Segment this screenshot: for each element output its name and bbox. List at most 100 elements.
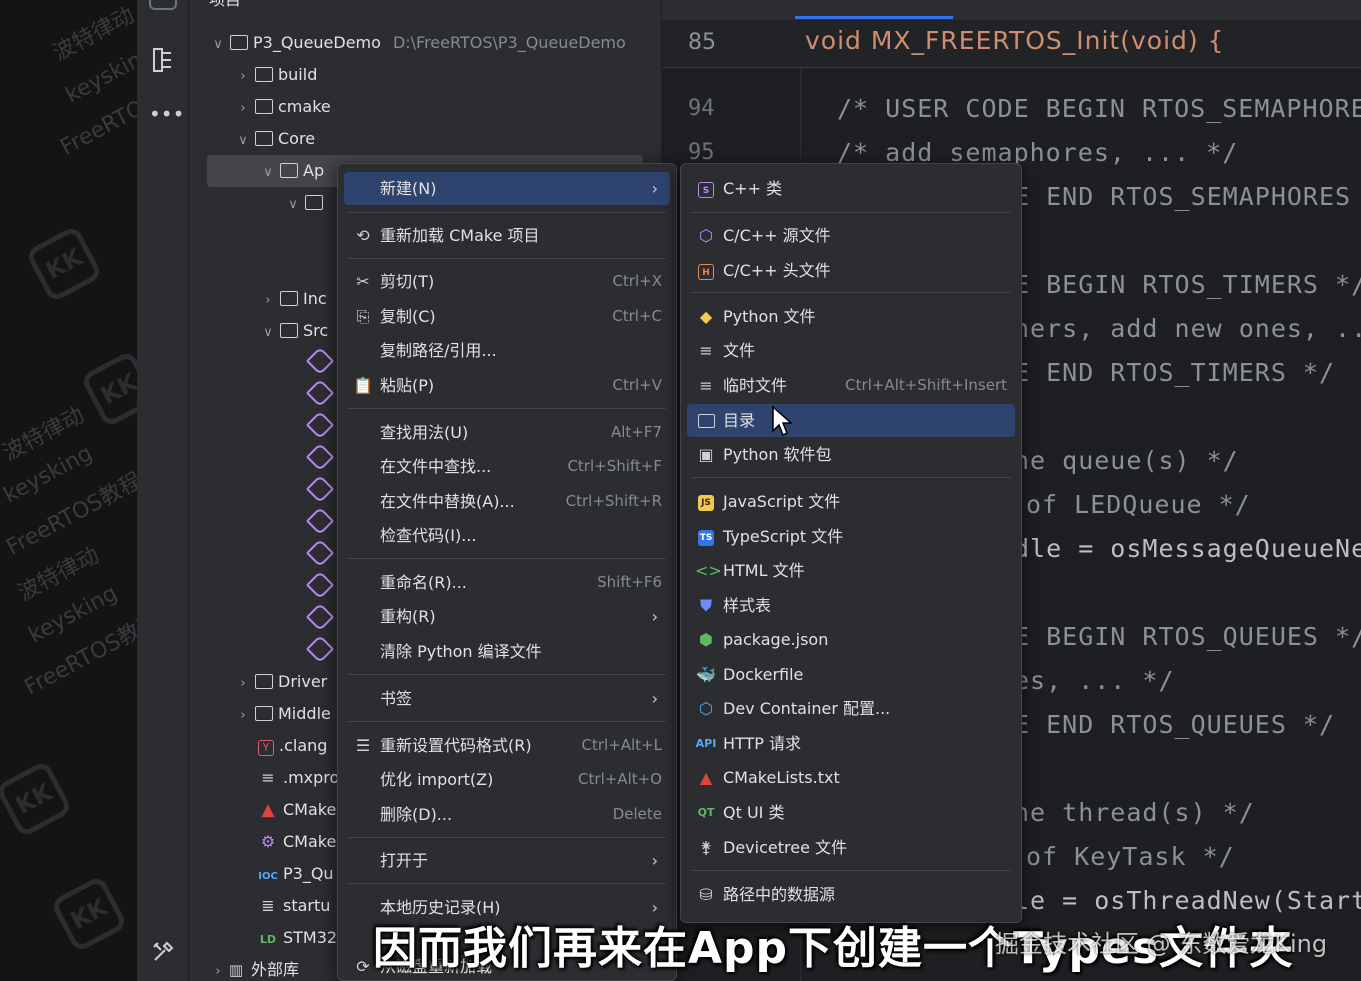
chevron-right-icon: › <box>265 293 271 308</box>
tree-item-middlewares[interactable]: › Middle <box>235 698 330 730</box>
tree-item-cmake[interactable]: › cmake <box>235 91 330 123</box>
tree-item-startup[interactable]: ≣ startu <box>258 890 330 922</box>
menu-label: 新建(N) <box>380 179 437 198</box>
more-icon[interactable]: ••• <box>149 100 184 128</box>
menu-item-optimize-imports[interactable]: 优化 import(Z) Ctrl+Alt+O <box>344 763 670 796</box>
menu-label: 样式表 <box>723 596 772 615</box>
new-item-http-request[interactable]: API HTTP 请求 <box>687 727 1015 760</box>
menu-item-replace-in-files[interactable]: 在文件中替换(A)... Ctrl+Shift+R <box>344 485 670 518</box>
menu-item-copy-path[interactable]: 复制路径/引用... <box>344 334 670 367</box>
menu-item-rename[interactable]: 重命名(R)... Shift+F6 <box>344 566 670 599</box>
menu-item-inspect-code[interactable]: 检查代码(I)... <box>344 519 670 552</box>
new-item-qt-ui-class[interactable]: QT Qt UI 类 <box>687 796 1015 829</box>
new-item-dev-container[interactable]: ⬡ Dev Container 配置... <box>687 692 1015 725</box>
code-line: E END RTOS_SEMAPHORES <box>1014 182 1352 211</box>
new-item-html-file[interactable]: <> HTML 文件 <box>687 554 1015 587</box>
tree-item-cmakelists[interactable]: ▲ CMake <box>258 794 336 826</box>
tree-root-label: P3_QueueDemo <box>253 33 381 52</box>
tree-item-inc[interactable]: › Inc <box>260 283 326 315</box>
menu-item-bookmarks[interactable]: 书签 › <box>344 682 670 715</box>
project-tool-icon[interactable] <box>149 0 177 10</box>
new-item-file[interactable]: ≡ 文件 <box>687 334 1015 367</box>
menu-label: 文件 <box>723 341 756 360</box>
structure-icon[interactable] <box>149 46 177 74</box>
code-line: /* USER CODE BEGIN RTOS_SEMAPHORE <box>837 94 1361 123</box>
menu-label: CMakeLists.txt <box>723 768 840 787</box>
code-line: dle = osMessageQueueNe <box>1014 534 1361 563</box>
chevron-right-icon: › <box>651 607 658 626</box>
tree-item-cmakepresets[interactable]: ⚙ CMake <box>258 826 337 858</box>
menu-item-copy[interactable]: ⎘ 复制(C) Ctrl+C <box>344 300 670 333</box>
tree-item-external-libs[interactable]: › ▥ 外部库 <box>210 954 299 981</box>
menu-item-new[interactable]: 新建(N) › <box>344 172 670 205</box>
menu-item-refactor[interactable]: 重构(R) › <box>344 600 670 633</box>
code-line: E END RTOS_QUEUES */ <box>1014 710 1336 739</box>
new-item-javascript-file[interactable]: JS JavaScript 文件 <box>687 485 1015 518</box>
menu-label: 重新加载 CMake 项目 <box>380 226 540 245</box>
tree-item-label: 外部库 <box>251 960 300 979</box>
code-line: ners, add new ones, .. <box>1014 314 1361 343</box>
new-item-devicetree[interactable]: ⚵ Devicetree 文件 <box>687 831 1015 864</box>
devicetree-icon: ⚵ <box>700 838 712 857</box>
new-item-cpp-header[interactable]: H C/C++ 头文件 <box>687 254 1015 287</box>
menu-label: 重构(R) <box>380 607 436 626</box>
tree-item-linker[interactable]: LD STM32 <box>258 922 337 954</box>
tree-item-src[interactable]: ∨ Src <box>260 315 328 347</box>
menu-item-paste[interactable]: 📋 粘贴(P) Ctrl+V <box>344 369 670 402</box>
new-item-stylesheet[interactable]: ⛊ 样式表 <box>687 589 1015 622</box>
tool-window-strip: ••• <box>137 0 189 981</box>
chevron-right-icon: › <box>240 676 246 691</box>
chevron-right-icon: › <box>651 179 658 198</box>
tree-item-clang[interactable]: Y .clang <box>258 730 327 762</box>
line-number: 95 <box>688 140 715 165</box>
menu-label: package.json <box>723 630 829 649</box>
new-item-data-source[interactable]: ⛁ 路径中的数据源 <box>687 878 1015 911</box>
menu-shortcut: Ctrl+X <box>612 272 662 290</box>
folder-icon <box>255 706 273 721</box>
menu-item-clean-python[interactable]: 清除 Python 编译文件 <box>344 635 670 668</box>
tree-item-subfolder[interactable]: ∨ <box>285 187 328 219</box>
menu-item-cut[interactable]: ✂ 剪切(T) Ctrl+X <box>344 265 670 298</box>
menu-label: Dev Container 配置... <box>723 699 891 718</box>
chevron-down-icon: ∨ <box>213 37 223 52</box>
new-item-python-package[interactable]: ▣ Python 软件包 <box>687 438 1015 471</box>
new-item-cpp-source[interactable]: ⬡ C/C++ 源文件 <box>687 219 1015 252</box>
new-item-dockerfile[interactable]: 🐳 Dockerfile <box>687 658 1015 691</box>
menu-label: Devicetree 文件 <box>723 838 847 857</box>
tree-item-mxproject[interactable]: ≡ .mxpro <box>258 762 339 794</box>
new-item-cpp-class[interactable]: S C++ 类 <box>687 172 1015 205</box>
new-item-directory[interactable]: 目录 <box>687 404 1015 437</box>
nodejs-icon: ⬢ <box>699 630 713 649</box>
tree-root[interactable]: ∨ P3_QueueDemo D:\FreeRTOS\P3_QueueDemo <box>210 27 626 59</box>
tree-item-label: STM32 <box>283 928 338 947</box>
site-watermark: 掘金技术社区 @ 东数爱龙King <box>995 930 1328 958</box>
menu-label: C/C++ 头文件 <box>723 261 831 280</box>
tree-item-ioc[interactable]: IOC P3_Qu <box>258 858 333 890</box>
tree-item-drivers[interactable]: › Driver <box>235 666 327 698</box>
code-line: E BEGIN RTOS_TIMERS */ <box>1014 270 1361 299</box>
new-item-typescript-file[interactable]: TS TypeScript 文件 <box>687 520 1015 553</box>
tree-item-core[interactable]: ∨ Core <box>235 123 315 155</box>
library-icon: ▥ <box>228 961 244 979</box>
menu-item-find-in-files[interactable]: 在文件中查找... Ctrl+Shift+F <box>344 450 670 483</box>
menu-item-delete[interactable]: 删除(D)... Delete <box>344 798 670 831</box>
new-item-python-file[interactable]: ◆ Python 文件 <box>687 300 1015 333</box>
new-item-package-json[interactable]: ⬢ package.json <box>687 623 1015 656</box>
build-tools-icon[interactable] <box>149 940 177 968</box>
menu-item-find-usages[interactable]: 查找用法(U) Alt+F7 <box>344 416 670 449</box>
code-line: of LEDQueue */ <box>1026 490 1251 519</box>
tree-item-app[interactable]: ∨ Ap <box>260 155 324 187</box>
text-file-icon: ≡ <box>261 768 275 787</box>
new-item-scratch-file[interactable]: ≡ 临时文件 Ctrl+Alt+Shift+Insert <box>687 369 1015 402</box>
menu-item-open-in[interactable]: 打开于 › <box>344 844 670 877</box>
context-menu: 新建(N) › ⟲ 重新加载 CMake 项目 ✂ 剪切(T) Ctrl+X ⎘ 复制(C… <box>337 163 677 981</box>
menu-item-reformat[interactable]: ☰ 重新设置代码格式(R) Ctrl+Alt+L <box>344 729 670 762</box>
menu-shortcut: Alt+F7 <box>610 423 662 441</box>
new-item-cmakelists[interactable]: ▲ CMakeLists.txt <box>687 761 1015 794</box>
menu-item-reload-cmake[interactable]: ⟲ 重新加载 CMake 项目 <box>344 219 670 252</box>
asm-file-icon: ≣ <box>261 896 275 915</box>
python-icon: ◆ <box>699 307 713 326</box>
tree-item-label: CMake <box>283 832 337 851</box>
kk-logo-watermark: KK <box>0 759 74 839</box>
tree-item-build[interactable]: › build <box>235 59 317 91</box>
